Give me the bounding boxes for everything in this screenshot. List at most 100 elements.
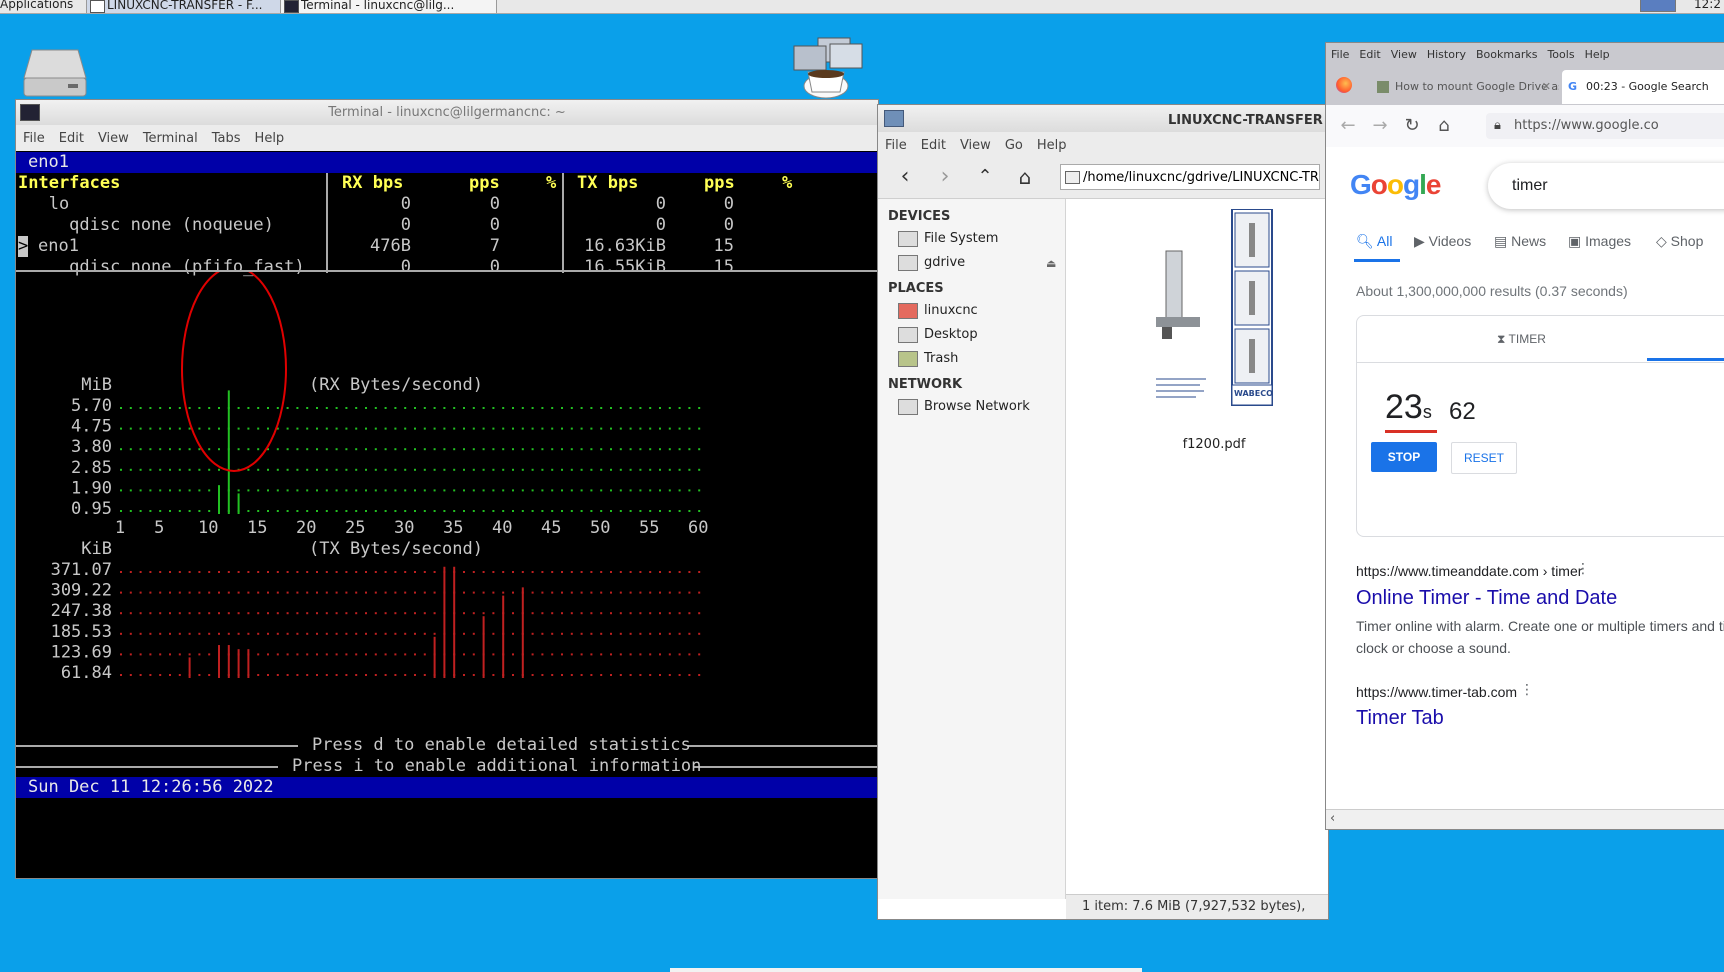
firefox-icon[interactable]	[1336, 77, 1352, 93]
tx-graph-grid-dot	[590, 612, 593, 615]
browser-menu-help[interactable]: Help	[1580, 43, 1615, 66]
rx-graph-grid-dot	[169, 468, 171, 471]
tx-graph-grid-dot	[149, 653, 152, 656]
address-bar[interactable]: 🔒︎ https://www.google.co	[1486, 113, 1724, 139]
rx-graph-grid-dot	[659, 448, 661, 451]
rx-graph-grid-dot	[678, 427, 681, 430]
home-icon[interactable]: ⌂	[1432, 113, 1456, 139]
search-tab-shopping[interactable]: ◇ Shop	[1656, 233, 1703, 250]
terminal-menu-file[interactable]: File	[16, 125, 52, 146]
google-logo[interactable]: Google	[1350, 169, 1441, 201]
tx-graph-grid-dot	[502, 591, 505, 594]
terminal-menu-help[interactable]: Help	[248, 125, 292, 146]
search-tab-images[interactable]: ▣ Images	[1568, 233, 1631, 250]
rx-graph-grid-dot	[443, 407, 446, 409]
sidebar-item-trash[interactable]: Trash	[898, 349, 958, 369]
fm-menu-go[interactable]: Go	[998, 132, 1030, 153]
tx-graph-grid-dot	[551, 612, 554, 615]
fm-menu-view[interactable]: View	[953, 132, 998, 153]
interface-banner	[16, 152, 878, 173]
tx-graph-grid-dot	[668, 632, 671, 635]
home-icon[interactable]: ⌂	[1012, 164, 1038, 190]
taskbar-window-label: LINUXCNC-TRANSFER - F...	[107, 0, 263, 12]
up-icon[interactable]: ⌃	[972, 164, 998, 190]
fm-menu-file[interactable]: File	[878, 132, 914, 153]
stop-button[interactable]: STOP	[1371, 442, 1437, 472]
rx-graph-grid-dot	[247, 468, 250, 471]
timer-centiseconds: 62	[1449, 398, 1476, 425]
reset-button[interactable]: RESET	[1451, 442, 1517, 474]
file-manager-titlebar[interactable]: LINUXCNC-TRANSFER -	[878, 105, 1328, 132]
tx-graph-grid-dot	[169, 653, 171, 656]
horizontal-scrollbar[interactable]: ‹	[1326, 809, 1724, 829]
terminal-menu-view[interactable]: View	[91, 125, 136, 146]
browser-menu-file[interactable]: File	[1326, 43, 1354, 66]
reload-icon[interactable]: ↻	[1400, 113, 1424, 139]
taskbar-window-terminal[interactable]: Terminal - linuxcnc@lilg...	[280, 0, 497, 13]
timer-tab[interactable]: ⧗ TIMER	[1497, 332, 1546, 347]
rx-graph-grid-dot	[188, 489, 191, 492]
rx-graph-grid-dot	[590, 448, 593, 451]
fm-menu-edit[interactable]: Edit	[914, 132, 953, 153]
fm-menu-help[interactable]: Help	[1030, 132, 1074, 153]
sidebar-item-desktop[interactable]: Desktop	[898, 325, 978, 345]
rx-graph-grid-dot	[502, 489, 505, 492]
browser-menu-history[interactable]: History	[1422, 43, 1471, 66]
footer-rule	[688, 745, 878, 747]
search-tab-all[interactable]: 🔍︎ All	[1356, 233, 1392, 250]
tx-graph-grid-dot	[570, 571, 573, 573]
forward-icon[interactable]: →	[1368, 113, 1392, 139]
sidebar-item-linuxcnc[interactable]: linuxcnc	[898, 301, 978, 321]
taskbar-window-file-manager[interactable]: LINUXCNC-TRANSFER - F...	[86, 0, 298, 13]
more-options-icon[interactable]: ⋮	[1576, 561, 1590, 577]
more-options-icon[interactable]: ⋮	[1520, 682, 1534, 698]
rx-graph-grid-dot	[531, 489, 534, 492]
result-title[interactable]: Timer Tab	[1356, 707, 1444, 730]
workspace-switcher[interactable]	[1640, 0, 1676, 12]
sidebar-item-gdrive[interactable]: gdrive	[898, 253, 965, 273]
search-tab-videos[interactable]: ▶︎ Videos	[1414, 233, 1471, 250]
close-icon[interactable]: ✕	[1542, 70, 1551, 104]
rx-graph-grid-dot	[551, 510, 554, 512]
file-item-f1200[interactable]: WABECO f1200.pdf	[1096, 208, 1276, 452]
rx-graph-grid-dot	[325, 427, 328, 430]
hard-drive-icon[interactable]	[22, 46, 88, 98]
sidebar-item-browse-network[interactable]: Browse Network	[898, 397, 1030, 417]
tx-graph-grid-dot	[619, 674, 622, 676]
terminal-menu-edit[interactable]: Edit	[52, 125, 91, 146]
tab-google-drive[interactable]: How to mount Google Drive as ✕	[1371, 70, 1559, 104]
search-input[interactable]: timer	[1488, 163, 1724, 209]
location-path[interactable]: /home/linuxcnc/gdrive/LINUXCNC-TR	[1060, 164, 1320, 190]
back-icon[interactable]: ←	[1336, 113, 1360, 139]
footer-info-hint: Press i to enable additional information	[292, 756, 702, 776]
browser-menu-view[interactable]: View	[1386, 43, 1422, 66]
tab-google-search[interactable]: G 00:23 - Google Search	[1562, 70, 1724, 104]
forward-icon[interactable]: ›	[932, 164, 958, 190]
terminal-menu-terminal[interactable]: Terminal	[136, 125, 205, 146]
browser-menu-bookmarks[interactable]: Bookmarks	[1471, 43, 1542, 66]
terminal-titlebar[interactable]: Terminal - linuxcnc@lilgermancnc: ~	[16, 100, 878, 125]
terminal-menu-tabs[interactable]: Tabs	[205, 125, 248, 146]
folder-icon	[90, 0, 105, 13]
result-title[interactable]: Online Timer - Time and Date	[1356, 587, 1617, 610]
back-icon[interactable]: ‹	[892, 164, 918, 190]
browser-menu-tools[interactable]: Tools	[1542, 43, 1579, 66]
tx-graph-grid-dot	[208, 632, 211, 635]
tx-graph-grid-dot	[169, 632, 171, 635]
sidebar-item-file-system[interactable]: File System	[898, 229, 998, 249]
search-tab-news[interactable]: ▤ News	[1494, 233, 1546, 250]
tx-graph-grid-dot	[267, 632, 269, 635]
applications-menu[interactable]: Applications	[0, 0, 73, 12]
browser-window: File Edit View History Bookmarks Tools Help Ho…	[1325, 42, 1724, 830]
tx-graph-grid-dot	[139, 632, 142, 635]
network-computers-icon[interactable]	[790, 36, 868, 102]
eject-icon[interactable]: ⏏	[1046, 257, 1056, 270]
scroll-left-icon[interactable]: ‹	[1330, 811, 1335, 826]
rx-graph-grid-dot	[570, 510, 573, 512]
tx-graph-grid-dot	[188, 591, 191, 594]
tx-graph-grid-dot	[521, 571, 524, 573]
tx-graph-grid-dot	[531, 632, 534, 635]
rx-graph-grid-dot	[659, 510, 661, 512]
rx-graph-grid-dot	[482, 448, 485, 451]
browser-menu-edit[interactable]: Edit	[1354, 43, 1385, 66]
